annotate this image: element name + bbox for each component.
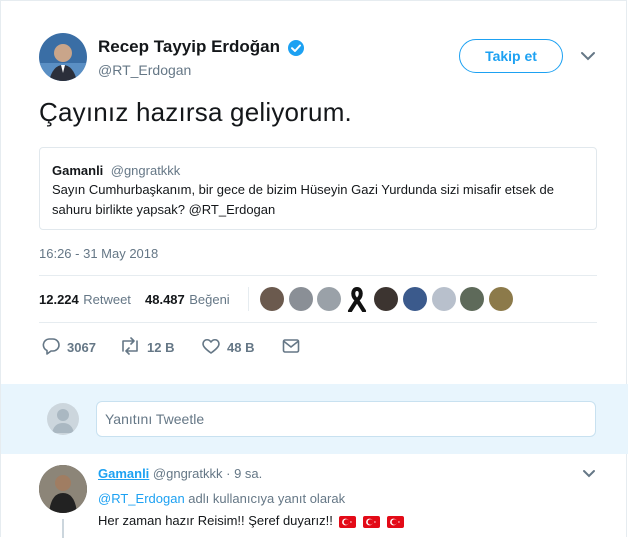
reply-input[interactable]: Yanıtını Tweetle (96, 401, 596, 437)
message-icon[interactable] (282, 338, 300, 359)
reply-header: Gamanli @gngratkkk · 9 sa. (98, 466, 262, 481)
reply-author-handle[interactable]: @gngratkkk (153, 466, 223, 481)
divider (39, 275, 597, 276)
reply-text: Her zaman hazır Reisim!! Şeref duyarız!! (98, 513, 333, 528)
quoted-author-handle: @gngratkkk (110, 163, 181, 178)
retweet-stat[interactable]: 12.224 Retweet (39, 291, 131, 309)
reply-count: 3067 (67, 340, 96, 355)
retweet-icon (119, 337, 141, 358)
verified-badge-icon (287, 39, 305, 57)
reply-author-avatar[interactable] (39, 465, 87, 513)
reply-action[interactable]: 3067 (41, 337, 96, 358)
reply-chevron-down-icon[interactable] (581, 467, 597, 479)
divider (39, 322, 597, 323)
black-ribbon-icon[interactable] (346, 286, 368, 313)
turkey-flag-icon (386, 515, 404, 528)
retweet-label: Retweet (83, 292, 131, 307)
liker-avatar[interactable] (289, 287, 313, 311)
retweet-action-count: 12 B (147, 340, 175, 355)
liker-avatar[interactable] (432, 287, 456, 311)
tweet-timestamp[interactable]: 16:26 - 31 May 2018 (39, 246, 158, 261)
reply-text-row: Her zaman hazır Reisim!! Şeref duyarız!! (98, 513, 404, 528)
quoted-author-name: Gamanli (52, 163, 104, 178)
tweet-card: Recep Tayyip Erdoğan @RT_Erdogan Takip e… (0, 0, 628, 538)
liker-avatar[interactable] (374, 287, 398, 311)
replying-to-text: adlı kullanıcıya yanıt olarak (188, 491, 346, 506)
liker-avatar[interactable] (260, 287, 284, 311)
retweet-action[interactable]: 12 B (119, 337, 174, 358)
like-label: Beğeni (189, 292, 230, 307)
author-handle[interactable]: @RT_Erdogan (98, 62, 191, 78)
replying-to: @RT_Erdogan adlı kullanıcıya yanıt olara… (98, 491, 345, 506)
liker-avatar[interactable] (460, 287, 484, 311)
thread-line (62, 519, 64, 538)
author-avatar[interactable] (39, 33, 87, 81)
like-stat[interactable]: 48.487 Beğeni (145, 291, 230, 309)
liker-avatar[interactable] (489, 287, 513, 311)
replying-to-handle[interactable]: @RT_Erdogan (98, 491, 185, 506)
liker-avatar[interactable] (317, 287, 341, 311)
heart-icon (201, 337, 221, 358)
follow-button[interactable]: Takip et (459, 39, 563, 73)
user-avatar (47, 403, 79, 435)
reply-icon (41, 337, 61, 358)
stats-divider (248, 287, 249, 311)
chevron-down-icon[interactable] (579, 49, 597, 63)
quoted-tweet[interactable]: Gamanli @gngratkkk Sayın Cumhurbaşkanım,… (39, 147, 597, 230)
retweet-count: 12.224 (39, 292, 79, 307)
like-count: 48.487 (145, 292, 185, 307)
reply-author-name[interactable]: Gamanli (98, 466, 149, 481)
turkey-flag-icon (339, 515, 357, 528)
like-action-count: 48 B (227, 340, 255, 355)
quoted-text: Sayın Cumhurbaşkanım, bir gece de bizim … (52, 182, 554, 217)
turkey-flag-icon (363, 515, 381, 528)
reply-separator: · (226, 466, 231, 481)
liker-avatar[interactable] (403, 287, 427, 311)
tweet-text: Çayınız hazırsa geliyorum. (39, 97, 352, 127)
reply-time[interactable]: 9 sa. (234, 466, 262, 481)
author-name[interactable]: Recep Tayyip Erdoğan (98, 37, 280, 57)
like-action[interactable]: 48 B (201, 337, 254, 358)
